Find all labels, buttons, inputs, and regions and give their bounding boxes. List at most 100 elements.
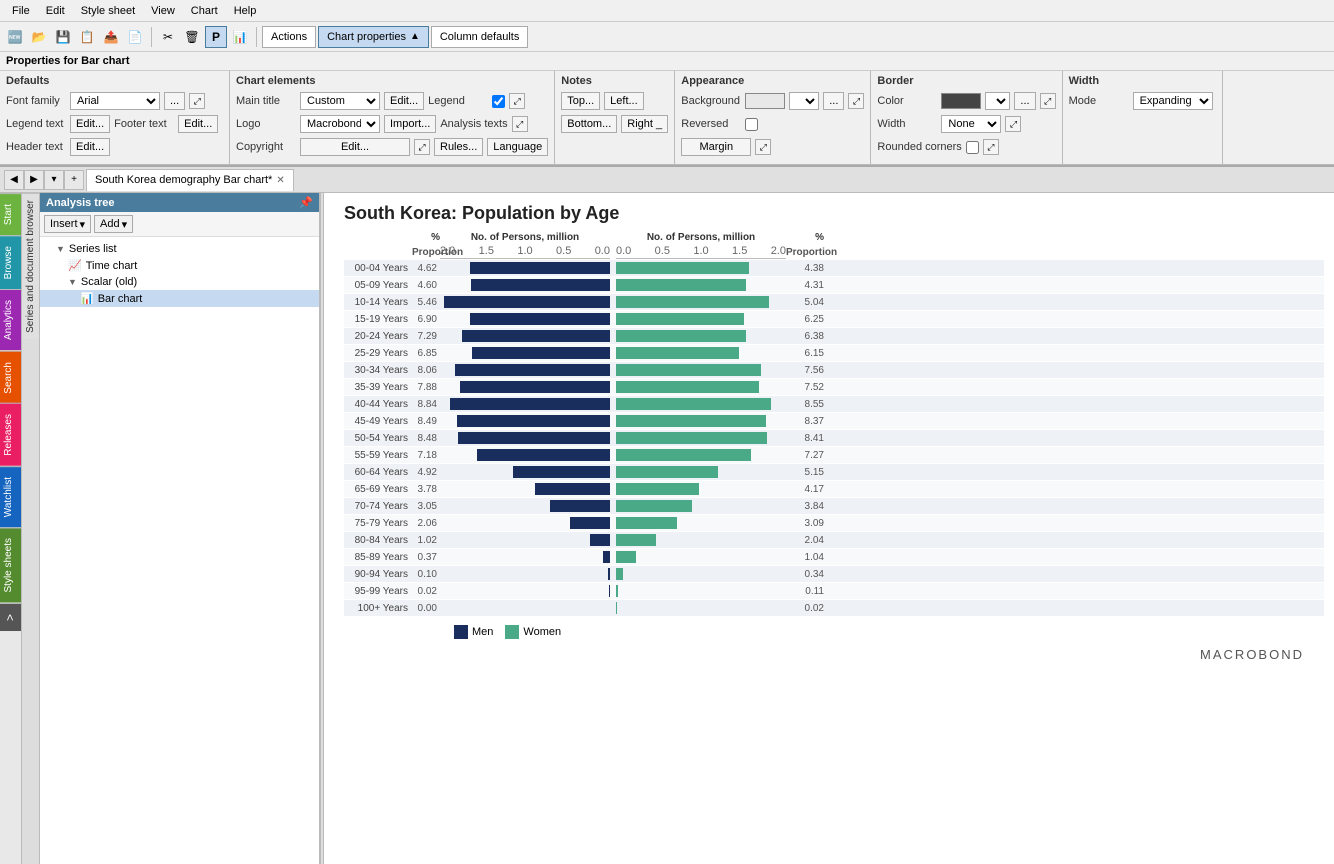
notes-title: Notes bbox=[561, 75, 668, 87]
border-color-select[interactable] bbox=[985, 92, 1010, 110]
logo-import-btn[interactable]: Import... bbox=[384, 115, 436, 133]
menu-chart[interactable]: Chart bbox=[183, 3, 226, 19]
sidebar-tab-stylesheets[interactable]: Style sheets bbox=[0, 527, 21, 602]
header-text-edit-btn[interactable]: Edit... bbox=[70, 138, 110, 156]
copyright-expand-btn[interactable]: ⤢ bbox=[414, 139, 430, 155]
bar-row: 100+ Years 0.00 0.02 bbox=[344, 600, 1324, 616]
chart-properties-button[interactable]: Chart properties ▲ bbox=[318, 26, 429, 48]
background-browse-btn[interactable]: ... bbox=[823, 92, 844, 110]
border-color-expand-btn[interactable]: ⤢ bbox=[1040, 93, 1056, 109]
left-bar bbox=[471, 279, 610, 291]
tab-close-btn[interactable]: ✕ bbox=[276, 175, 284, 186]
paste-button[interactable]: P bbox=[205, 26, 227, 48]
tree-insert-btn[interactable]: Insert ▾ bbox=[44, 215, 91, 233]
women-label: Women bbox=[523, 626, 561, 638]
age-label: 25-29 Years bbox=[344, 348, 412, 359]
tree-pin-icon[interactable]: 📌 bbox=[299, 196, 313, 209]
open-button[interactable]: 📂 bbox=[28, 26, 50, 48]
legend-text-edit-btn[interactable]: Edit... bbox=[70, 115, 110, 133]
copy-button[interactable]: 📄 bbox=[124, 26, 146, 48]
bar-row: 70-74 Years 3.05 3.84 bbox=[344, 498, 1324, 514]
pct-left: 7.18 bbox=[412, 450, 440, 461]
delete-button[interactable]: 🗑 bbox=[181, 26, 203, 48]
insert-arrow: ▾ bbox=[80, 218, 86, 231]
share-button[interactable]: 📤 bbox=[100, 26, 122, 48]
margin-expand-btn[interactable]: ⤢ bbox=[755, 139, 771, 155]
legend-checkbox[interactable] bbox=[492, 95, 505, 108]
right-bar bbox=[616, 602, 617, 614]
analysis-texts-expand-btn[interactable]: ⤢ bbox=[512, 116, 528, 132]
rounded-corners-expand-btn[interactable]: ⤢ bbox=[983, 139, 999, 155]
actions-button[interactable]: Actions bbox=[262, 26, 316, 48]
legend-expand-btn[interactable]: ⤢ bbox=[509, 93, 525, 109]
font-family-browse-btn[interactable]: ... bbox=[164, 92, 185, 110]
notes-top-btn[interactable]: Top... bbox=[561, 92, 600, 110]
tree-item-bar-chart[interactable]: 📊 Bar chart bbox=[40, 290, 319, 307]
language-btn[interactable]: Language bbox=[487, 138, 548, 156]
font-family-select[interactable]: Arial bbox=[70, 92, 160, 110]
sidebar-tab-browse[interactable]: Browse bbox=[0, 235, 21, 289]
background-select[interactable] bbox=[789, 92, 819, 110]
notes-left-btn[interactable]: Left... bbox=[604, 92, 644, 110]
notes-section: Notes Top... Left... Bottom... Right _ bbox=[555, 71, 675, 164]
notes-bottom-btn[interactable]: Bottom... bbox=[561, 115, 617, 133]
menu-file[interactable]: File bbox=[4, 3, 38, 19]
chart-btn[interactable]: 📊 bbox=[229, 26, 251, 48]
notes-right-btn[interactable]: Right _ bbox=[621, 115, 668, 133]
left-bar bbox=[609, 585, 610, 597]
pct-right: 4.17 bbox=[786, 484, 824, 495]
border-width-select[interactable]: None bbox=[941, 115, 1001, 133]
copyright-edit-btn[interactable]: Edit... bbox=[300, 138, 410, 156]
pct-right: 6.38 bbox=[786, 331, 824, 342]
tab-menu-btn[interactable]: ▾ bbox=[44, 170, 64, 190]
menu-edit[interactable]: Edit bbox=[38, 3, 73, 19]
rules-btn[interactable]: Rules... bbox=[434, 138, 483, 156]
sidebar-tab-search[interactable]: Search bbox=[0, 351, 21, 404]
chart-properties-label: Chart properties bbox=[327, 31, 406, 43]
tree-item-time-chart[interactable]: 📈 Time chart bbox=[40, 257, 319, 274]
column-defaults-button[interactable]: Column defaults bbox=[431, 26, 529, 48]
menu-stylesheet[interactable]: Style sheet bbox=[73, 3, 143, 19]
save-button[interactable]: 💾 bbox=[52, 26, 74, 48]
cut-button[interactable]: ✂ bbox=[157, 26, 179, 48]
left-bar bbox=[477, 449, 610, 461]
menu-bar: File Edit Style sheet View Chart Help bbox=[0, 0, 1334, 22]
background-expand-btn[interactable]: ⤢ bbox=[848, 93, 864, 109]
chart-elements-section: Chart elements Main title Custom Edit...… bbox=[230, 71, 555, 164]
rounded-corners-label: Rounded corners bbox=[877, 141, 961, 153]
logo-select[interactable]: Macrobond bbox=[300, 115, 380, 133]
tree-item-series-list[interactable]: ▼ Series list bbox=[40, 241, 319, 257]
tab-navigate-right[interactable]: ▶ bbox=[24, 170, 44, 190]
tab-navigate-left[interactable]: ◀ bbox=[4, 170, 24, 190]
right-bar bbox=[616, 398, 771, 410]
menu-help[interactable]: Help bbox=[226, 3, 265, 19]
width-mode-select[interactable]: Expanding bbox=[1133, 92, 1213, 110]
rounded-corners-checkbox[interactable] bbox=[966, 141, 979, 154]
menu-view[interactable]: View bbox=[143, 3, 183, 19]
tree-item-scalar[interactable]: ▼ Scalar (old) bbox=[40, 274, 319, 290]
saveas-button[interactable]: 📋 bbox=[76, 26, 98, 48]
tree-add-btn[interactable]: Add ▾ bbox=[94, 215, 133, 233]
right-pct-header: % bbox=[786, 232, 824, 243]
border-width-expand-btn[interactable]: ⤢ bbox=[1005, 116, 1021, 132]
main-title-edit-btn[interactable]: Edit... bbox=[384, 92, 424, 110]
sidebar-expand-btn[interactable]: > bbox=[0, 603, 21, 631]
right-bar bbox=[616, 585, 618, 597]
new-button[interactable]: 🆕 bbox=[4, 26, 26, 48]
footer-text-edit-btn[interactable]: Edit... bbox=[178, 115, 218, 133]
sidebar-tab-watchlist[interactable]: Watchlist bbox=[0, 466, 21, 527]
tab-new-btn[interactable]: + bbox=[64, 170, 84, 190]
sidebar-tab-analytics[interactable]: Analytics bbox=[0, 289, 21, 350]
main-content: Start Browse Analytics Search Releases W… bbox=[0, 193, 1334, 864]
active-tab[interactable]: South Korea demography Bar chart* ✕ bbox=[86, 169, 294, 191]
right-bar bbox=[616, 313, 744, 325]
margin-btn[interactable]: Margin bbox=[681, 138, 751, 156]
font-family-expand-btn[interactable]: ⤢ bbox=[189, 93, 205, 109]
reversed-checkbox[interactable] bbox=[745, 118, 758, 131]
border-color-browse-btn[interactable]: ... bbox=[1014, 92, 1035, 110]
sidebar-tab-start[interactable]: Start bbox=[0, 193, 21, 235]
macrobond-logo: MACROBOND bbox=[344, 647, 1304, 662]
series-browser-tab[interactable]: Series and document browser bbox=[22, 193, 39, 339]
main-title-select[interactable]: Custom bbox=[300, 92, 380, 110]
sidebar-tab-releases[interactable]: Releases bbox=[0, 403, 21, 466]
